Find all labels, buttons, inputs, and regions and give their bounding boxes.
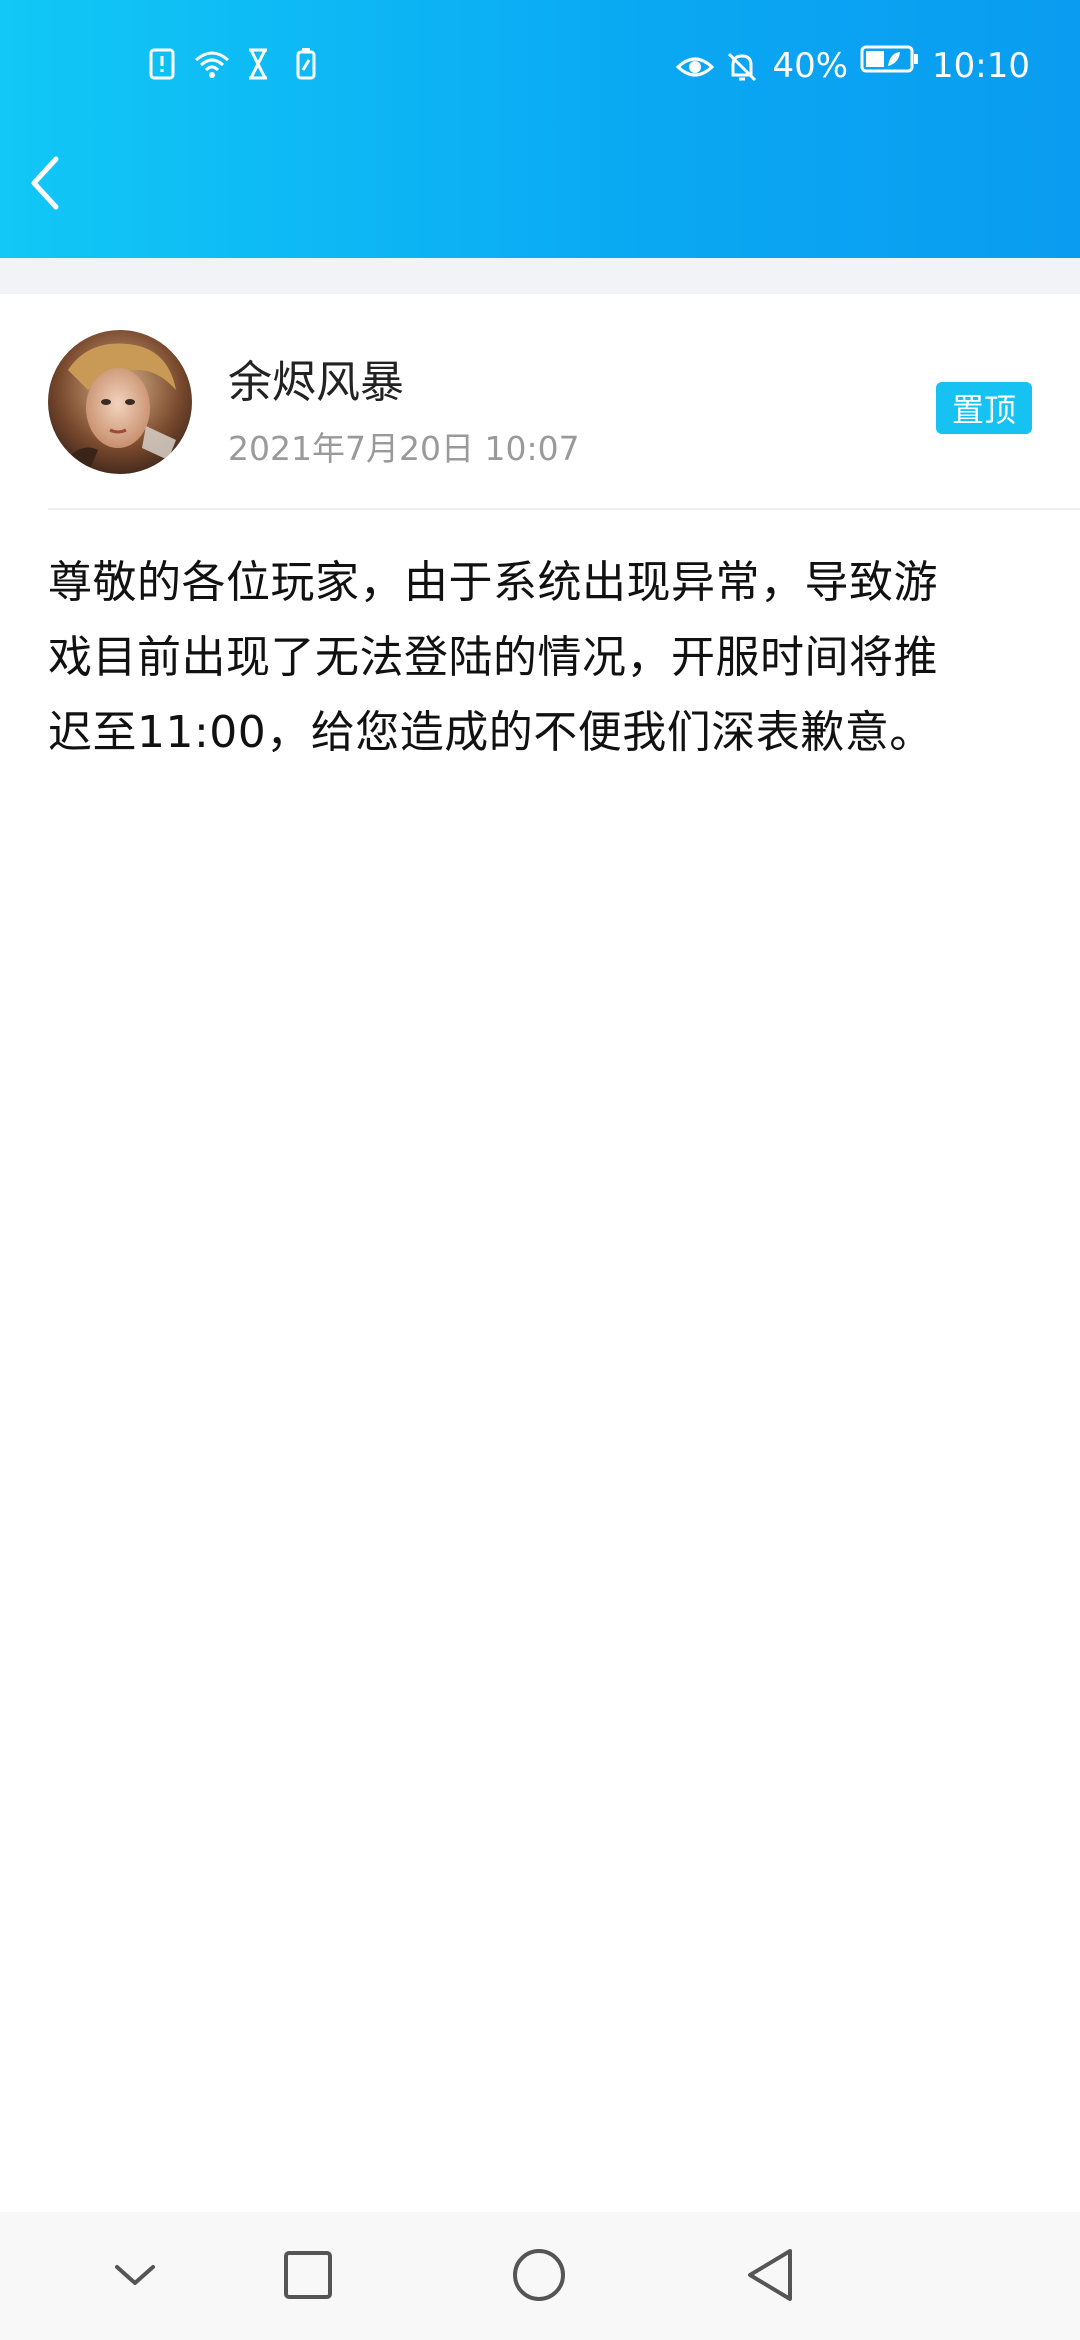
recents-button[interactable]: [273, 2242, 343, 2312]
post-header: 余烬风暴 2021年7月20日 10:07 置顶: [0, 294, 1080, 510]
chevron-left-icon: [26, 153, 62, 217]
post-content: 尊敬的各位玩家，由于系统出现异常，导致游 戏目前出现了无法登陆的情况，开服时间将…: [48, 545, 1032, 770]
post-line: 尊敬的各位玩家，由于系统出现异常，导致游: [48, 557, 938, 608]
recents-icon: [282, 2249, 334, 2305]
back-nav-button[interactable]: [735, 2242, 805, 2312]
status-bar: 40% 10:10: [0, 40, 1080, 92]
system-nav-bar: [0, 2212, 1080, 2340]
status-right-icons: 40% 10:10: [676, 40, 1030, 92]
top-header: 40% 10:10: [0, 0, 1080, 258]
post-line: 戏目前出现了无法登陆的情况，开服时间将推: [48, 632, 938, 683]
post-timestamp: 2021年7月20日 10:07: [228, 429, 580, 468]
battery-percent: 40%: [772, 46, 849, 86]
wifi-icon: [192, 46, 229, 82]
pinned-badge: 置顶: [936, 382, 1032, 434]
home-icon: [511, 2247, 567, 2307]
eye-icon: [676, 48, 715, 84]
collapse-icon: [111, 2251, 159, 2303]
section-spacer: [0, 258, 1080, 294]
header-divider: [48, 508, 1080, 510]
back-icon: [744, 2247, 796, 2307]
hourglass-icon: [240, 46, 276, 82]
battery-icon: [860, 40, 920, 92]
sim-alert-icon: [144, 46, 180, 82]
post-line: 迟至11:00，给您造成的不便我们深表歉意。: [48, 707, 934, 758]
battery-saver-icon: [288, 46, 324, 82]
collapse-button[interactable]: [100, 2242, 170, 2312]
status-left-icons: [144, 46, 324, 82]
home-button[interactable]: [504, 2242, 574, 2312]
author-name[interactable]: 余烬风暴: [228, 346, 404, 410]
back-button[interactable]: [14, 145, 74, 225]
clock-time: 10:10: [932, 46, 1030, 86]
avatar[interactable]: [48, 330, 192, 474]
bell-off-icon: [724, 48, 760, 84]
